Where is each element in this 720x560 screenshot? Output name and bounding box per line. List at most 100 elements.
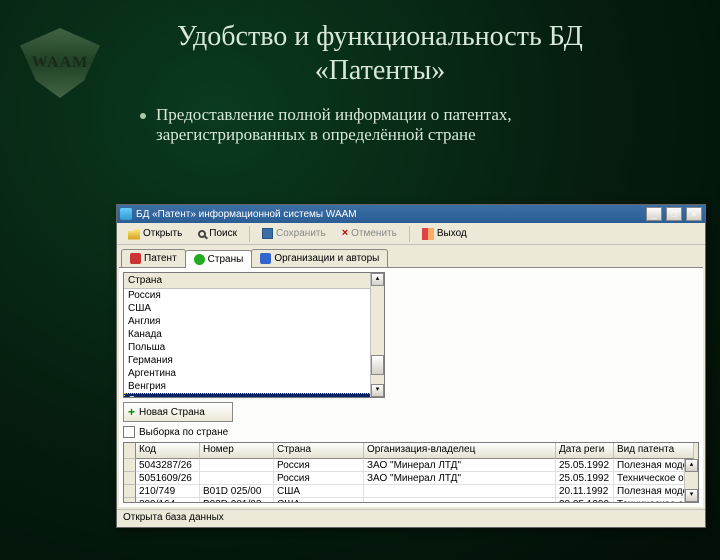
cell-org <box>364 485 556 498</box>
patents-grid[interactable]: Код Номер Страна Организация-владелец Да… <box>123 442 699 503</box>
app-icon <box>120 208 132 220</box>
row-marker <box>124 498 136 503</box>
scroll-thumb[interactable] <box>371 355 384 375</box>
cell-type: Техническое оформ <box>614 498 694 503</box>
list-item[interactable]: Аргентина <box>124 367 384 380</box>
scroll-up-button[interactable]: ▴ <box>685 459 698 472</box>
cell-code: 5043287/26 <box>136 459 200 472</box>
cell-date: 25.05.1992 <box>556 459 614 472</box>
exit-icon <box>422 228 434 240</box>
search-button[interactable]: Поиск <box>191 225 244 242</box>
separator <box>409 226 410 242</box>
grid-scrollbar[interactable]: ▴ ▾ <box>684 459 698 502</box>
folder-open-icon <box>128 228 140 240</box>
cell-code: 209/164 <box>136 498 200 503</box>
cell-number <box>200 459 274 472</box>
close-button[interactable]: × <box>686 207 702 221</box>
col-date[interactable]: Дата реги <box>556 443 614 459</box>
scroll-track[interactable] <box>685 472 698 489</box>
patent-tab-icon <box>130 253 141 264</box>
tabs: Патент Страны Организации и авторы <box>117 245 705 267</box>
list-header: Страна <box>124 273 384 289</box>
tab-orgs[interactable]: Организации и авторы <box>251 249 388 267</box>
row-marker <box>124 472 136 485</box>
table-row[interactable]: 5051609/26 РоссияЗАО "Минерал ЛТД"25.05.1… <box>124 472 698 485</box>
cell-code: 210/749 <box>136 485 200 498</box>
bullet-dot-icon <box>140 113 146 119</box>
cell-country: США <box>274 485 364 498</box>
search-icon <box>198 230 206 238</box>
separator <box>249 226 250 242</box>
row-marker <box>124 459 136 472</box>
countries-tab-icon <box>194 254 205 265</box>
cancel-button[interactable]: × Отменить <box>335 225 404 242</box>
cell-date: 25.05.1992 <box>556 472 614 485</box>
cell-type: Полезная модель <box>614 459 694 472</box>
bullet-item: Предоставление полной информации о патен… <box>140 105 640 145</box>
toolbar: Открыть Поиск Сохранить × Отменить Выход <box>117 223 705 245</box>
cell-type: Техническое оформ <box>614 472 694 485</box>
cell-country: Россия <box>274 459 364 472</box>
col-org[interactable]: Организация-владелец <box>364 443 556 459</box>
filter-checkbox-row: Выборка по стране <box>123 426 699 438</box>
window-title: БД «Патент» информационной системы WAAM <box>136 209 642 220</box>
scroll-down-button[interactable]: ▾ <box>371 384 384 397</box>
row-marker <box>124 485 136 498</box>
col-code[interactable]: Код <box>136 443 200 459</box>
filter-checkbox-label: Выборка по стране <box>139 427 228 438</box>
col-number[interactable]: Номер <box>200 443 274 459</box>
cell-number <box>200 472 274 485</box>
add-country-button[interactable]: + Новая Страна <box>123 402 233 422</box>
list-item[interactable]: Венгрия <box>124 380 384 393</box>
list-item[interactable]: Словения <box>124 393 384 398</box>
save-button[interactable]: Сохранить <box>255 225 333 242</box>
exit-button[interactable]: Выход <box>415 225 474 243</box>
list-item[interactable]: Россия <box>124 289 384 302</box>
scroll-up-button[interactable]: ▴ <box>371 273 384 286</box>
cell-code: 5051609/26 <box>136 472 200 485</box>
status-bar: Открыта база данных <box>117 509 705 527</box>
titlebar[interactable]: БД «Патент» информационной системы WAAM … <box>117 205 705 223</box>
cell-org: ЗАО "Минерал ЛТД" <box>364 472 556 485</box>
list-item[interactable]: Германия <box>124 354 384 367</box>
list-item[interactable]: Польша <box>124 341 384 354</box>
filter-checkbox[interactable] <box>123 426 135 438</box>
plus-icon: + <box>128 405 135 419</box>
table-row[interactable]: 5043287/26 РоссияЗАО "Минерал ЛТД"25.05.1… <box>124 459 698 472</box>
list-item[interactable]: Канада <box>124 328 384 341</box>
cell-org: ЗАО "Минерал ЛТД" <box>364 459 556 472</box>
cell-country: США <box>274 498 364 503</box>
cell-org <box>364 498 556 503</box>
scroll-track[interactable] <box>371 286 384 384</box>
open-button[interactable]: Открыть <box>121 225 189 243</box>
orgs-tab-icon <box>260 253 271 264</box>
list-item[interactable]: США <box>124 302 384 315</box>
row-marker-header <box>124 443 136 459</box>
cell-number: B03D 001/02 <box>200 498 274 503</box>
cell-date: 20.11.1992 <box>556 485 614 498</box>
app-window: БД «Патент» информационной системы WAAM … <box>116 204 706 528</box>
minimize-button[interactable]: _ <box>646 207 662 221</box>
scrollbar[interactable]: ▴ ▾ <box>370 273 384 397</box>
logo: WAAM <box>20 28 100 98</box>
save-icon <box>262 228 273 239</box>
col-type[interactable]: Вид патента <box>614 443 694 459</box>
country-listbox[interactable]: Страна РоссияСШААнглияКанадаПольшаГерман… <box>123 272 385 398</box>
maximize-button[interactable]: □ <box>666 207 682 221</box>
grid-header-row: Код Номер Страна Организация-владелец Да… <box>124 443 698 459</box>
slide-title: Удобство и функциональность БД «Патенты» <box>120 20 640 87</box>
cell-date: 30.05.1990 <box>556 498 614 503</box>
cell-type: Полезная модель <box>614 485 694 498</box>
list-item[interactable]: Англия <box>124 315 384 328</box>
cancel-icon: × <box>342 228 348 239</box>
col-country[interactable]: Страна <box>274 443 364 459</box>
scroll-down-button[interactable]: ▾ <box>685 489 698 502</box>
tab-countries[interactable]: Страны <box>185 250 253 268</box>
tab-patent[interactable]: Патент <box>121 249 186 267</box>
cell-country: Россия <box>274 472 364 485</box>
main-panel: Страна РоссияСШААнглияКанадаПольшаГерман… <box>119 267 703 507</box>
bullet-text: Предоставление полной информации о патен… <box>156 105 640 145</box>
cell-number: B01D 025/00 <box>200 485 274 498</box>
table-row[interactable]: 209/164B03D 001/02США 30.05.1990Техническ… <box>124 498 698 503</box>
table-row[interactable]: 210/749B01D 025/00США 20.11.1992Полезная … <box>124 485 698 498</box>
